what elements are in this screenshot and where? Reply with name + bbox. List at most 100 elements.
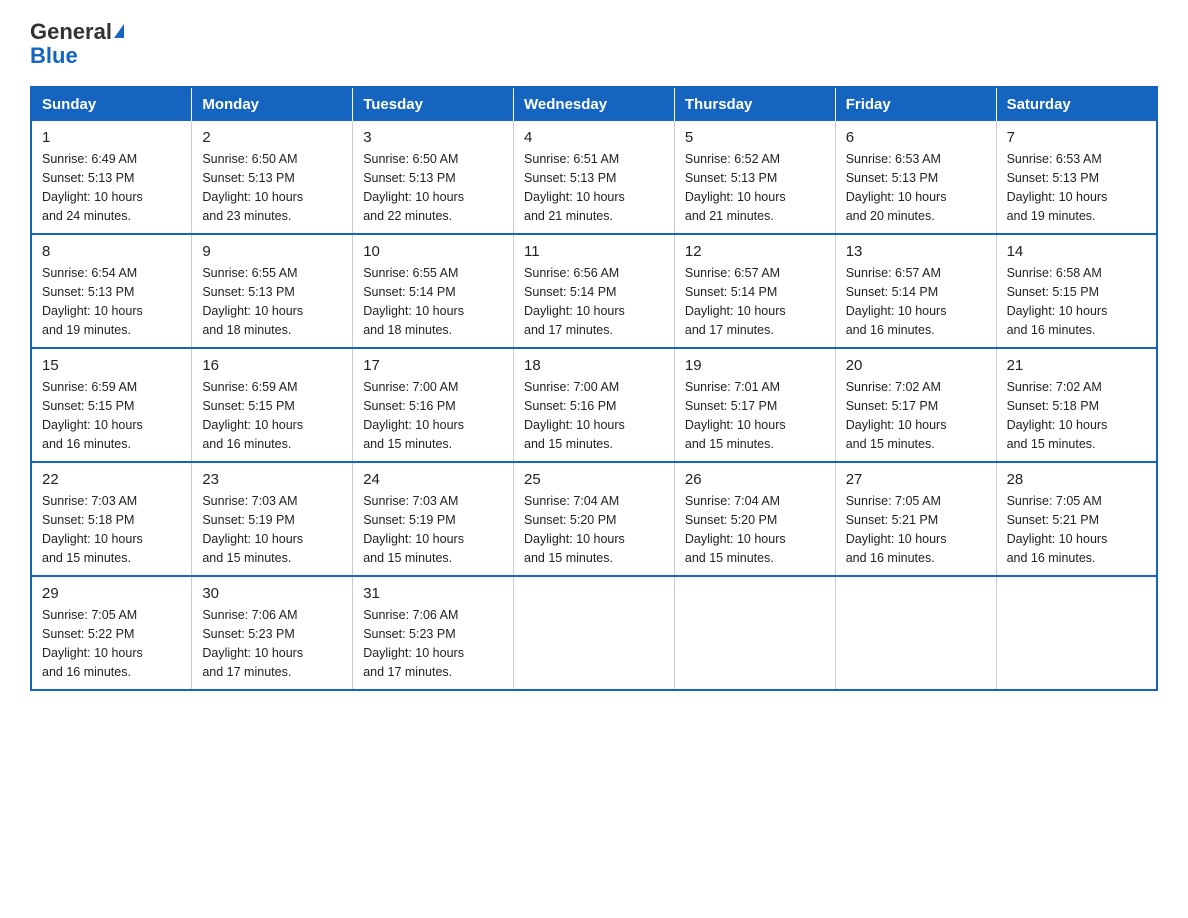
day-info: Sunrise: 7:02 AM Sunset: 5:17 PM Dayligh… — [846, 378, 986, 453]
day-info: Sunrise: 7:05 AM Sunset: 5:21 PM Dayligh… — [1007, 492, 1146, 567]
calendar-day-cell — [996, 576, 1157, 690]
day-info: Sunrise: 7:05 AM Sunset: 5:22 PM Dayligh… — [42, 606, 181, 681]
calendar-day-cell: 19 Sunrise: 7:01 AM Sunset: 5:17 PM Dayl… — [674, 348, 835, 462]
day-number: 22 — [42, 471, 181, 488]
day-number: 29 — [42, 585, 181, 602]
day-info: Sunrise: 6:50 AM Sunset: 5:13 PM Dayligh… — [202, 150, 342, 225]
calendar-day-cell: 13 Sunrise: 6:57 AM Sunset: 5:14 PM Dayl… — [835, 234, 996, 348]
day-number: 4 — [524, 129, 664, 146]
day-of-week-header: Wednesday — [514, 87, 675, 121]
calendar-header: SundayMondayTuesdayWednesdayThursdayFrid… — [31, 87, 1157, 121]
day-info: Sunrise: 7:04 AM Sunset: 5:20 PM Dayligh… — [685, 492, 825, 567]
calendar-day-cell: 15 Sunrise: 6:59 AM Sunset: 5:15 PM Dayl… — [31, 348, 192, 462]
calendar-day-cell — [674, 576, 835, 690]
day-info: Sunrise: 7:03 AM Sunset: 5:19 PM Dayligh… — [202, 492, 342, 567]
day-number: 24 — [363, 471, 503, 488]
day-of-week-header: Saturday — [996, 87, 1157, 121]
day-info: Sunrise: 6:49 AM Sunset: 5:13 PM Dayligh… — [42, 150, 181, 225]
calendar-table: SundayMondayTuesdayWednesdayThursdayFrid… — [30, 86, 1158, 691]
calendar-day-cell: 6 Sunrise: 6:53 AM Sunset: 5:13 PM Dayli… — [835, 121, 996, 234]
calendar-day-cell: 22 Sunrise: 7:03 AM Sunset: 5:18 PM Dayl… — [31, 462, 192, 576]
page-header: General Blue — [30, 20, 1158, 68]
day-number: 21 — [1007, 357, 1146, 374]
day-of-week-header: Tuesday — [353, 87, 514, 121]
day-info: Sunrise: 6:55 AM Sunset: 5:13 PM Dayligh… — [202, 264, 342, 339]
day-info: Sunrise: 7:06 AM Sunset: 5:23 PM Dayligh… — [202, 606, 342, 681]
day-info: Sunrise: 6:53 AM Sunset: 5:13 PM Dayligh… — [1007, 150, 1146, 225]
calendar-body: 1 Sunrise: 6:49 AM Sunset: 5:13 PM Dayli… — [31, 121, 1157, 690]
calendar-day-cell: 24 Sunrise: 7:03 AM Sunset: 5:19 PM Dayl… — [353, 462, 514, 576]
logo: General Blue — [30, 20, 124, 68]
calendar-day-cell: 14 Sunrise: 6:58 AM Sunset: 5:15 PM Dayl… — [996, 234, 1157, 348]
day-info: Sunrise: 7:01 AM Sunset: 5:17 PM Dayligh… — [685, 378, 825, 453]
day-number: 8 — [42, 243, 181, 260]
calendar-day-cell: 30 Sunrise: 7:06 AM Sunset: 5:23 PM Dayl… — [192, 576, 353, 690]
calendar-day-cell: 5 Sunrise: 6:52 AM Sunset: 5:13 PM Dayli… — [674, 121, 835, 234]
day-number: 27 — [846, 471, 986, 488]
day-info: Sunrise: 6:57 AM Sunset: 5:14 PM Dayligh… — [846, 264, 986, 339]
calendar-day-cell: 1 Sunrise: 6:49 AM Sunset: 5:13 PM Dayli… — [31, 121, 192, 234]
day-number: 16 — [202, 357, 342, 374]
day-info: Sunrise: 6:58 AM Sunset: 5:15 PM Dayligh… — [1007, 264, 1146, 339]
day-info: Sunrise: 7:05 AM Sunset: 5:21 PM Dayligh… — [846, 492, 986, 567]
day-of-week-header: Thursday — [674, 87, 835, 121]
calendar-day-cell: 3 Sunrise: 6:50 AM Sunset: 5:13 PM Dayli… — [353, 121, 514, 234]
day-info: Sunrise: 6:57 AM Sunset: 5:14 PM Dayligh… — [685, 264, 825, 339]
day-number: 14 — [1007, 243, 1146, 260]
day-number: 15 — [42, 357, 181, 374]
calendar-day-cell: 20 Sunrise: 7:02 AM Sunset: 5:17 PM Dayl… — [835, 348, 996, 462]
calendar-day-cell: 10 Sunrise: 6:55 AM Sunset: 5:14 PM Dayl… — [353, 234, 514, 348]
day-info: Sunrise: 6:53 AM Sunset: 5:13 PM Dayligh… — [846, 150, 986, 225]
day-number: 3 — [363, 129, 503, 146]
day-number: 6 — [846, 129, 986, 146]
calendar-day-cell — [835, 576, 996, 690]
day-number: 9 — [202, 243, 342, 260]
calendar-day-cell: 2 Sunrise: 6:50 AM Sunset: 5:13 PM Dayli… — [192, 121, 353, 234]
calendar-week-row: 15 Sunrise: 6:59 AM Sunset: 5:15 PM Dayl… — [31, 348, 1157, 462]
days-of-week-row: SundayMondayTuesdayWednesdayThursdayFrid… — [31, 87, 1157, 121]
day-info: Sunrise: 7:03 AM Sunset: 5:19 PM Dayligh… — [363, 492, 503, 567]
calendar-day-cell: 11 Sunrise: 6:56 AM Sunset: 5:14 PM Dayl… — [514, 234, 675, 348]
day-info: Sunrise: 7:04 AM Sunset: 5:20 PM Dayligh… — [524, 492, 664, 567]
day-number: 19 — [685, 357, 825, 374]
day-info: Sunrise: 6:51 AM Sunset: 5:13 PM Dayligh… — [524, 150, 664, 225]
calendar-day-cell: 17 Sunrise: 7:00 AM Sunset: 5:16 PM Dayl… — [353, 348, 514, 462]
day-number: 12 — [685, 243, 825, 260]
day-number: 2 — [202, 129, 342, 146]
day-number: 26 — [685, 471, 825, 488]
calendar-day-cell: 12 Sunrise: 6:57 AM Sunset: 5:14 PM Dayl… — [674, 234, 835, 348]
day-info: Sunrise: 7:06 AM Sunset: 5:23 PM Dayligh… — [363, 606, 503, 681]
day-number: 25 — [524, 471, 664, 488]
day-number: 10 — [363, 243, 503, 260]
day-number: 5 — [685, 129, 825, 146]
day-info: Sunrise: 6:56 AM Sunset: 5:14 PM Dayligh… — [524, 264, 664, 339]
logo-general: General — [30, 19, 112, 44]
day-info: Sunrise: 6:54 AM Sunset: 5:13 PM Dayligh… — [42, 264, 181, 339]
day-number: 23 — [202, 471, 342, 488]
day-number: 18 — [524, 357, 664, 374]
day-of-week-header: Monday — [192, 87, 353, 121]
calendar-day-cell: 7 Sunrise: 6:53 AM Sunset: 5:13 PM Dayli… — [996, 121, 1157, 234]
calendar-day-cell: 26 Sunrise: 7:04 AM Sunset: 5:20 PM Dayl… — [674, 462, 835, 576]
day-info: Sunrise: 6:55 AM Sunset: 5:14 PM Dayligh… — [363, 264, 503, 339]
day-number: 13 — [846, 243, 986, 260]
calendar-day-cell: 18 Sunrise: 7:00 AM Sunset: 5:16 PM Dayl… — [514, 348, 675, 462]
day-number: 30 — [202, 585, 342, 602]
calendar-day-cell: 28 Sunrise: 7:05 AM Sunset: 5:21 PM Dayl… — [996, 462, 1157, 576]
day-number: 11 — [524, 243, 664, 260]
logo-blue: Blue — [30, 43, 78, 68]
calendar-day-cell: 21 Sunrise: 7:02 AM Sunset: 5:18 PM Dayl… — [996, 348, 1157, 462]
day-info: Sunrise: 7:00 AM Sunset: 5:16 PM Dayligh… — [363, 378, 503, 453]
day-info: Sunrise: 7:00 AM Sunset: 5:16 PM Dayligh… — [524, 378, 664, 453]
day-number: 31 — [363, 585, 503, 602]
calendar-day-cell: 16 Sunrise: 6:59 AM Sunset: 5:15 PM Dayl… — [192, 348, 353, 462]
day-of-week-header: Friday — [835, 87, 996, 121]
day-number: 28 — [1007, 471, 1146, 488]
logo-triangle-icon — [114, 24, 124, 38]
calendar-day-cell: 9 Sunrise: 6:55 AM Sunset: 5:13 PM Dayli… — [192, 234, 353, 348]
calendar-day-cell: 8 Sunrise: 6:54 AM Sunset: 5:13 PM Dayli… — [31, 234, 192, 348]
calendar-week-row: 1 Sunrise: 6:49 AM Sunset: 5:13 PM Dayli… — [31, 121, 1157, 234]
day-info: Sunrise: 6:52 AM Sunset: 5:13 PM Dayligh… — [685, 150, 825, 225]
calendar-day-cell: 31 Sunrise: 7:06 AM Sunset: 5:23 PM Dayl… — [353, 576, 514, 690]
calendar-week-row: 29 Sunrise: 7:05 AM Sunset: 5:22 PM Dayl… — [31, 576, 1157, 690]
